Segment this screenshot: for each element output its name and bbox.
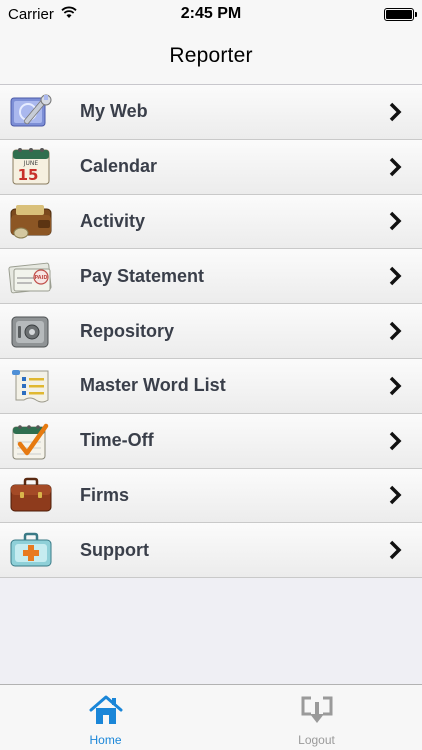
menu-item-repository[interactable]: Repository — [0, 304, 422, 359]
menu-item-activity[interactable]: Activity — [0, 194, 422, 250]
menu-item-my-web[interactable]: My Web — [0, 85, 422, 140]
status-left: Carrier — [8, 5, 78, 23]
menu-item-label: My Web — [80, 101, 148, 122]
safe-icon — [6, 309, 56, 353]
logout-icon — [300, 694, 334, 731]
wallet-icon — [6, 199, 56, 243]
home-icon — [89, 694, 123, 731]
calendar-icon: JUNE 15 — [6, 145, 56, 189]
calendar-day-text: 15 — [18, 166, 39, 184]
menu-item-label: Firms — [80, 484, 130, 505]
menu-item-label: Calendar — [80, 156, 158, 177]
chevron-right-icon — [384, 484, 406, 506]
chevron-right-icon — [384, 210, 406, 232]
envelope-stamp-text: PAID — [34, 275, 47, 281]
wifi-icon — [60, 5, 78, 23]
tab-home[interactable]: Home — [0, 685, 211, 750]
paid-envelope-icon: PAID — [6, 254, 56, 298]
menu-item-label: Time-Off — [80, 430, 154, 451]
briefcase-icon — [6, 473, 56, 517]
menu-item-master-word-list[interactable]: Master Word List — [0, 358, 422, 414]
menu-item-firms[interactable]: Firms — [0, 468, 422, 524]
tab-label-home: Home — [89, 733, 122, 747]
first-aid-icon — [6, 528, 56, 572]
tools-icon — [6, 90, 56, 134]
chevron-right-icon — [384, 156, 406, 178]
menu-item-label: Repository — [80, 320, 175, 341]
menu-item-label: Support — [80, 539, 149, 560]
page-title: Reporter — [169, 44, 253, 67]
list-icon — [6, 364, 56, 408]
chevron-right-icon — [384, 320, 406, 342]
navigation-bar: Reporter — [0, 28, 422, 85]
battery-icon — [384, 7, 417, 21]
menu-item-calendar[interactable]: JUNE 15 Calendar — [0, 139, 422, 195]
chevron-right-icon — [384, 375, 406, 397]
menu-item-time-off[interactable]: Time-Off — [0, 413, 422, 469]
menu-list: My Web JUNE 15 Calendar Activity PAID Pa… — [0, 85, 422, 579]
checklist-icon — [6, 419, 56, 463]
menu-item-label: Master Word List — [80, 375, 226, 396]
tab-label-logout: Logout — [298, 733, 335, 747]
status-bar: Carrier 2:45 PM — [0, 0, 422, 28]
tab-logout[interactable]: Logout — [211, 685, 422, 750]
chevron-right-icon — [384, 101, 406, 123]
chevron-right-icon — [384, 265, 406, 287]
menu-item-label: Activity — [80, 210, 146, 231]
tab-bar: Home Logout — [0, 684, 422, 750]
menu-item-pay-statement[interactable]: PAID Pay Statement — [0, 249, 422, 305]
chevron-right-icon — [384, 539, 406, 561]
menu-item-support[interactable]: Support — [0, 523, 422, 579]
carrier-label: Carrier — [8, 5, 54, 23]
menu-item-label: Pay Statement — [80, 265, 205, 286]
chevron-right-icon — [384, 430, 406, 452]
